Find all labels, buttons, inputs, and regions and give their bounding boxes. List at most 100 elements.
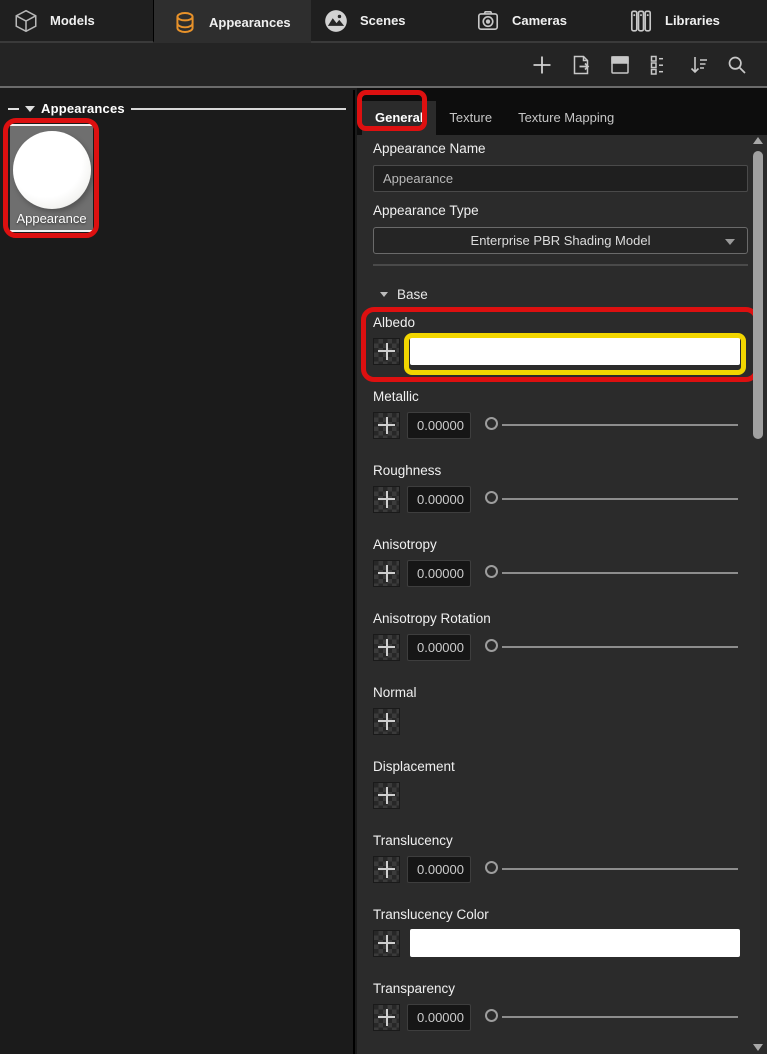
split-view-button[interactable] <box>608 53 632 77</box>
param-displacement: Displacement <box>373 759 748 809</box>
param-normal: Normal <box>373 685 748 735</box>
plus-icon <box>374 709 399 734</box>
anisotropy-rotation-value-input[interactable] <box>407 634 471 661</box>
parameter-list: AlbedoMetallicRoughnessAnisotropyAnisotr… <box>373 315 748 1031</box>
appearance-thumbnail[interactable]: Appearance <box>10 124 93 232</box>
tab-cameras[interactable]: Cameras <box>465 0 620 43</box>
param-label: Roughness <box>373 463 748 479</box>
slider-handle[interactable] <box>485 861 498 874</box>
base-section-header[interactable]: Base <box>373 286 748 302</box>
tab-general[interactable]: General <box>362 101 436 135</box>
appearance-properties-panel: General Texture Texture Mapping Appearan… <box>357 90 767 1054</box>
slider-handle[interactable] <box>485 491 498 504</box>
slider-track <box>502 646 738 648</box>
slider-track <box>502 498 738 500</box>
properties-scrollbar <box>751 135 765 1054</box>
slider-track <box>502 868 738 870</box>
collapse-dash-icon <box>8 108 19 110</box>
detail-list-icon <box>647 53 671 77</box>
tab-label: Scenes <box>360 13 406 28</box>
appearances-list-panel: Appearances Appearance <box>0 90 355 1054</box>
scrollbar-down-arrow-icon[interactable] <box>753 1044 763 1051</box>
add-texture-button[interactable] <box>373 338 400 365</box>
slider-handle[interactable] <box>485 417 498 430</box>
param-row <box>373 1003 748 1031</box>
tab-label: Models <box>50 13 95 28</box>
param-label: Translucency Color <box>373 907 748 923</box>
albedo-color-swatch[interactable] <box>410 337 740 365</box>
scrollbar-up-arrow-icon[interactable] <box>753 137 763 144</box>
anisotropy-value-input[interactable] <box>407 560 471 587</box>
transparency-slider[interactable] <box>484 1003 748 1031</box>
metallic-value-input[interactable] <box>407 412 471 439</box>
appearance-type-label: Appearance Type <box>373 203 748 219</box>
base-section-title: Base <box>397 287 428 302</box>
add-texture-button[interactable] <box>373 634 400 661</box>
translucency-value-input[interactable] <box>407 856 471 883</box>
scrollbar-thumb[interactable] <box>753 151 763 439</box>
search-button[interactable] <box>725 53 749 77</box>
tab-scenes[interactable]: Scenes <box>311 0 465 43</box>
param-label: Normal <box>373 685 748 701</box>
transparency-value-input[interactable] <box>407 1004 471 1031</box>
sort-button[interactable] <box>686 53 710 77</box>
add-texture-button[interactable] <box>373 708 400 735</box>
param-metallic: Metallic <box>373 389 748 439</box>
header-rule <box>131 108 346 110</box>
add-texture-button[interactable] <box>373 486 400 513</box>
plus-icon <box>374 413 399 438</box>
metallic-slider[interactable] <box>484 411 748 439</box>
plus-icon <box>374 561 399 586</box>
main-tab-bar: Models Appearances Scenes <box>0 0 767 43</box>
add-button[interactable] <box>530 53 554 77</box>
appearance-name-label: Appearance Name <box>373 141 748 157</box>
tab-label: Cameras <box>512 13 567 28</box>
param-row <box>373 633 748 661</box>
search-icon <box>725 53 749 77</box>
param-label: Albedo <box>373 315 748 331</box>
translucency-slider[interactable] <box>484 855 748 883</box>
slider-track <box>502 1016 738 1018</box>
group-title: Appearances <box>41 101 125 116</box>
param-row <box>373 411 748 439</box>
add-icon <box>530 53 554 77</box>
appearance-name-input[interactable] <box>373 165 748 192</box>
add-texture-button[interactable] <box>373 930 400 957</box>
slider-handle[interactable] <box>485 1009 498 1022</box>
anisotropy-rotation-slider[interactable] <box>484 633 748 661</box>
translucency-color-color-swatch[interactable] <box>410 929 740 957</box>
chevron-down-icon <box>725 239 735 245</box>
param-label: Transparency <box>373 981 748 997</box>
detail-list-view-button[interactable] <box>647 53 671 77</box>
param-roughness: Roughness <box>373 463 748 513</box>
appearance-thumbnail-label: Appearance <box>16 211 86 226</box>
tab-texture[interactable]: Texture <box>436 101 505 135</box>
slider-track <box>502 572 738 574</box>
plus-icon <box>374 783 399 808</box>
param-label: Translucency <box>373 833 748 849</box>
camera-icon <box>475 8 501 34</box>
add-texture-button[interactable] <box>373 560 400 587</box>
export-button[interactable] <box>569 53 593 77</box>
export-icon <box>569 53 593 77</box>
roughness-value-input[interactable] <box>407 486 471 513</box>
appearances-group-header[interactable]: Appearances <box>8 101 346 116</box>
anisotropy-slider[interactable] <box>484 559 748 587</box>
slider-handle[interactable] <box>485 565 498 578</box>
tab-label: Libraries <box>665 13 720 28</box>
add-texture-button[interactable] <box>373 856 400 883</box>
add-texture-button[interactable] <box>373 412 400 439</box>
roughness-slider[interactable] <box>484 485 748 513</box>
slider-handle[interactable] <box>485 639 498 652</box>
tab-models[interactable]: Models <box>0 0 154 43</box>
tab-libraries[interactable]: Libraries <box>620 0 767 43</box>
tab-texture-mapping[interactable]: Texture Mapping <box>505 101 627 135</box>
param-label: Anisotropy <box>373 537 748 553</box>
add-texture-button[interactable] <box>373 1004 400 1031</box>
param-label: Metallic <box>373 389 748 405</box>
appearance-type-dropdown[interactable]: Enterprise PBR Shading Model <box>373 227 748 254</box>
slider-track <box>502 424 738 426</box>
add-texture-button[interactable] <box>373 782 400 809</box>
tab-appearances[interactable]: Appearances <box>154 0 311 45</box>
param-row <box>373 485 748 513</box>
